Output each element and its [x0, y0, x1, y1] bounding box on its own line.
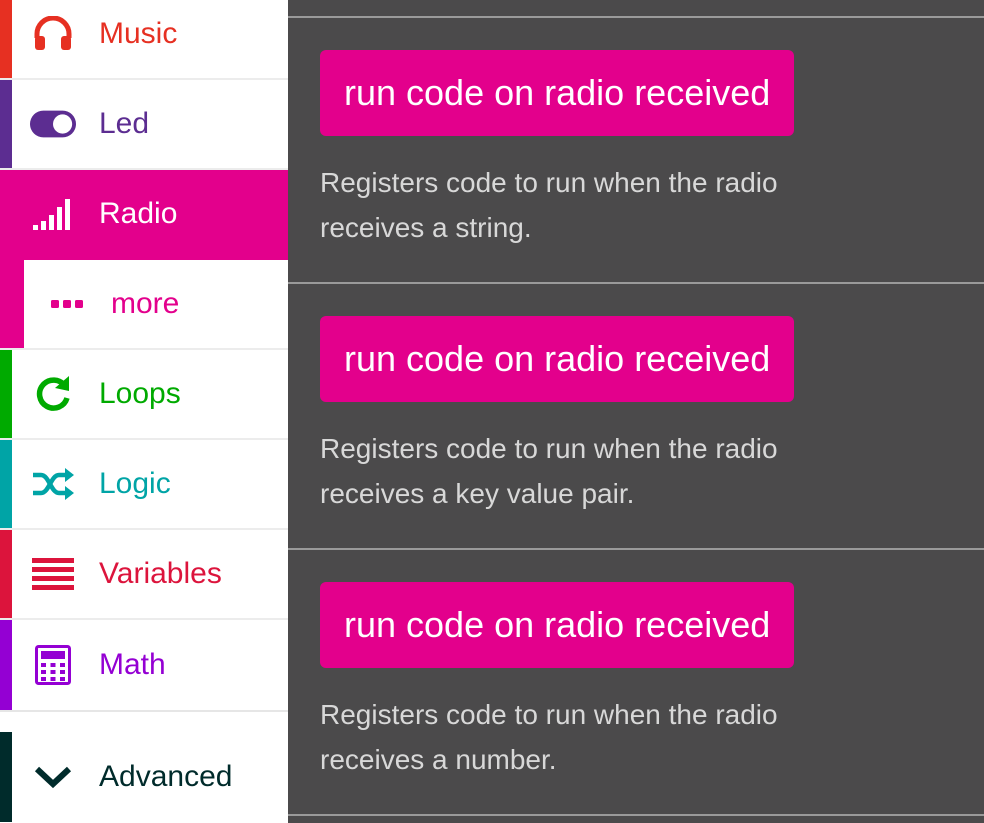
calculator-icon [30, 645, 76, 685]
sidebar-item-label: Loops [99, 377, 181, 410]
toolbox-sidebar: Music Led Radio more Loops Logic Variabl… [0, 0, 288, 823]
sidebar-item-label: Variables [99, 557, 222, 590]
sidebar-item-variables[interactable]: Variables [0, 530, 288, 620]
shuffle-icon [30, 466, 76, 502]
toggle-icon [30, 106, 76, 142]
list-icon [30, 556, 76, 592]
radio-received-block[interactable]: run code on radio received [320, 582, 795, 668]
category-color-bar [0, 80, 12, 168]
block-description: Registers code to run when the radio rec… [320, 699, 778, 775]
block-description: Registers code to run when the radio rec… [320, 167, 778, 243]
separator-line [288, 16, 984, 18]
block-label: run code on radio received [344, 604, 771, 645]
radio-received-block[interactable]: run code on radio received [320, 316, 795, 402]
sidebar-item-logic[interactable]: Logic [0, 440, 288, 530]
sidebar-item-radio[interactable]: Radio [0, 170, 288, 260]
category-color-bar [0, 170, 12, 258]
sidebar-item-music[interactable]: Music [0, 0, 288, 80]
sidebar-item-label: Radio [99, 197, 178, 230]
sidebar-item-label: more [111, 287, 180, 320]
sidebar-item-math[interactable]: Math [0, 620, 288, 710]
block-label: run code on radio received [344, 72, 771, 113]
headphones-icon [30, 16, 76, 52]
blocks-flyout: run code on radio received Registers cod… [288, 0, 984, 823]
sidebar-item-advanced[interactable]: Advanced [0, 732, 288, 822]
sidebar-item-label: Led [99, 107, 150, 140]
radio-received-block[interactable]: run code on radio received [320, 50, 795, 136]
signal-bars-icon [30, 196, 76, 232]
sidebar-item-led[interactable]: Led [0, 80, 288, 170]
sidebar-item-label: Music [99, 17, 178, 50]
block-description: Registers code to run when the radio rec… [320, 433, 778, 509]
separator-line [288, 282, 984, 284]
separator-line [288, 814, 984, 816]
category-color-bar [0, 440, 12, 528]
chevron-down-icon [30, 759, 76, 795]
category-color-bar [0, 350, 12, 438]
sidebar-item-loops[interactable]: Loops [0, 350, 288, 440]
sidebar-item-more[interactable]: more [0, 260, 288, 350]
category-color-bar [0, 260, 24, 348]
block-label: run code on radio received [344, 338, 771, 379]
separator-line [288, 548, 984, 550]
category-color-bar [0, 0, 12, 78]
ellipsis-icon [44, 286, 90, 322]
sidebar-item-label: Advanced [99, 760, 233, 793]
category-color-bar [0, 620, 12, 710]
category-color-bar [0, 530, 12, 618]
refresh-icon [30, 376, 76, 412]
sidebar-item-label: Logic [99, 467, 171, 500]
sidebar-divider [0, 710, 288, 732]
category-color-bar [0, 732, 12, 822]
sidebar-item-label: Math [99, 648, 166, 681]
